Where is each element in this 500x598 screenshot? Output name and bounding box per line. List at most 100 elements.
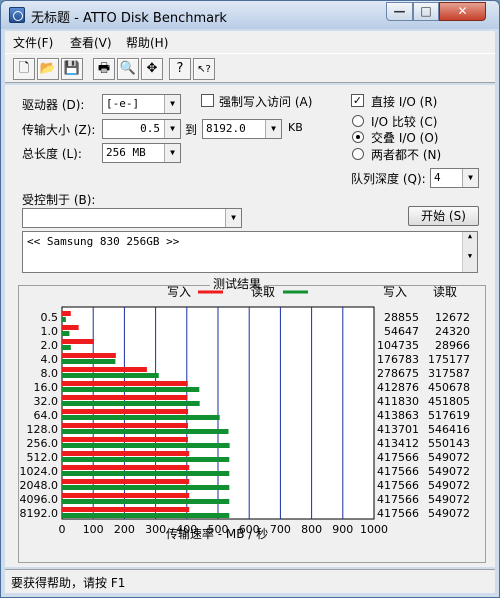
app-window: 无标题 - ATTO Disk Benchmark — □ ✕ 文件(F) 查看… [0,0,500,598]
read-value: 549072 [428,451,470,464]
minimize-button[interactable]: — [386,2,413,21]
write-bar [62,437,188,442]
save-button[interactable]: 💾 [61,58,83,80]
write-bar [62,493,190,498]
context-help-button[interactable]: ↖? [193,58,215,80]
chevron-down-icon: ▼ [462,169,478,187]
write-value: 413412 [377,437,419,450]
maximize-button[interactable]: □ [413,2,439,21]
write-value: 417566 [377,465,419,478]
window-title: 无标题 - ATTO Disk Benchmark [31,11,227,26]
chevron-down-icon: ▼ [225,209,241,227]
new-icon: 🗋 [18,61,30,76]
start-button[interactable]: 开始 (S) [408,206,479,226]
results-chart: 写入 读取 写入 读取 0.51.02.04.08.016.032.064.01… [20,285,471,541]
to-label: 到 [185,123,198,137]
legend-read-label: 读取 [251,285,275,299]
scroll-down-icon[interactable]: ▼ [463,252,477,260]
title-bar[interactable]: 无标题 - ATTO Disk Benchmark — □ ✕ [1,1,499,29]
direct-io-checkbox[interactable]: ✓ [351,94,364,107]
main-panel: 驱动器 (D): [-e-] ▼ 传输大小 (Z): 0.5 ▼ 到 8192.0 ▼… [5,85,495,567]
y-tick-label: 8192.0 [20,507,59,520]
overlapped-io-radio[interactable] [352,131,364,143]
io-compare-radio[interactable] [352,115,364,127]
y-tick-label: 4.0 [41,353,59,366]
scrollbar[interactable]: ▲ ▼ [462,232,477,272]
transfer-size-to-select[interactable]: 8192.0 ▼ [202,119,282,139]
chevron-down-icon: ▼ [164,120,180,138]
print-preview-icon: 🔍 [119,61,137,76]
read-bar [62,457,230,462]
move-button[interactable]: ✥ [141,58,163,80]
total-length-select[interactable]: 256 MB ▼ [102,143,181,163]
write-value: 412876 [377,381,419,394]
read-value: 450678 [428,381,470,394]
read-bar [62,373,159,378]
controlled-by-select[interactable]: ▼ [22,208,242,228]
context-help-icon: ↖? [197,64,211,75]
menu-help[interactable]: 帮助(H) [126,34,168,51]
app-icon [9,7,25,23]
print-preview-button[interactable]: 🔍 [117,58,139,80]
scroll-up-icon[interactable]: ▲ [463,232,477,240]
read-bar [62,331,70,336]
queue-depth-select[interactable]: 4 ▼ [430,168,479,188]
drive-select[interactable]: [-e-] ▼ [102,94,181,114]
neither-radio[interactable] [352,148,364,160]
write-value: 54647 [384,325,419,338]
toolbar: 🗋 📂 💾 🖶 🔍 ✥ ? ↖? [5,53,495,83]
write-value: 104735 [377,339,419,352]
save-icon: 💾 [63,61,81,76]
force-write-checkbox[interactable] [201,94,214,107]
kb-unit-label: KB [288,121,303,134]
read-bar [62,443,230,448]
write-bar [62,353,116,358]
controlled-by-label: 受控制于 (B): [22,193,96,207]
transfer-from-value: 0.5 [140,122,160,135]
write-bar [62,367,147,372]
write-column-header: 写入 [383,285,407,299]
queue-depth-label: 队列深度 (Q): [351,172,426,186]
status-bar: 要获得帮助，请按 F1 [5,569,495,593]
write-value: 411830 [377,395,419,408]
close-button[interactable]: ✕ [439,2,486,21]
drive-label: 驱动器 (D): [22,98,85,112]
new-button[interactable]: 🗋 [13,58,35,80]
queue-depth-value: 4 [434,171,441,184]
write-bar [62,395,188,400]
neither-label: 两者都不 (N) [371,148,442,162]
legend-write-label: 写入 [167,285,191,299]
write-value: 278675 [377,367,419,380]
write-bar [62,465,190,470]
read-value: 550143 [428,437,470,450]
read-bar [62,471,230,476]
write-value: 417566 [377,451,419,464]
y-tick-label: 256.0 [27,437,59,450]
open-button[interactable]: 📂 [37,58,59,80]
transfer-size-from-select[interactable]: 0.5 ▼ [102,119,181,139]
transfer-to-value: 8192.0 [206,122,246,135]
read-column-header: 读取 [433,285,457,299]
write-value: 417566 [377,493,419,506]
write-bar [62,409,189,414]
read-bar [62,485,230,490]
read-value: 517619 [428,409,470,422]
print-button[interactable]: 🖶 [93,58,115,80]
write-bar [62,339,94,344]
close-icon: ✕ [457,4,468,18]
x-tick-label: 1000 [360,523,388,536]
read-bar [62,387,200,392]
description-textarea[interactable]: << Samsung 830 256GB >> ▲ ▼ [22,231,478,273]
read-bar [62,359,116,364]
help-button[interactable]: ? [169,58,191,80]
menu-view[interactable]: 查看(V) [70,34,112,51]
menu-bar: 文件(F) 查看(V) 帮助(H) [5,31,495,53]
read-value: 451805 [428,395,470,408]
write-value: 413863 [377,409,419,422]
write-value: 176783 [377,353,419,366]
print-icon: 🖶 [97,61,111,76]
y-tick-label: 128.0 [27,423,59,436]
menu-file[interactable]: 文件(F) [13,34,53,51]
write-bar [62,381,188,386]
y-tick-label: 0.5 [41,311,59,324]
